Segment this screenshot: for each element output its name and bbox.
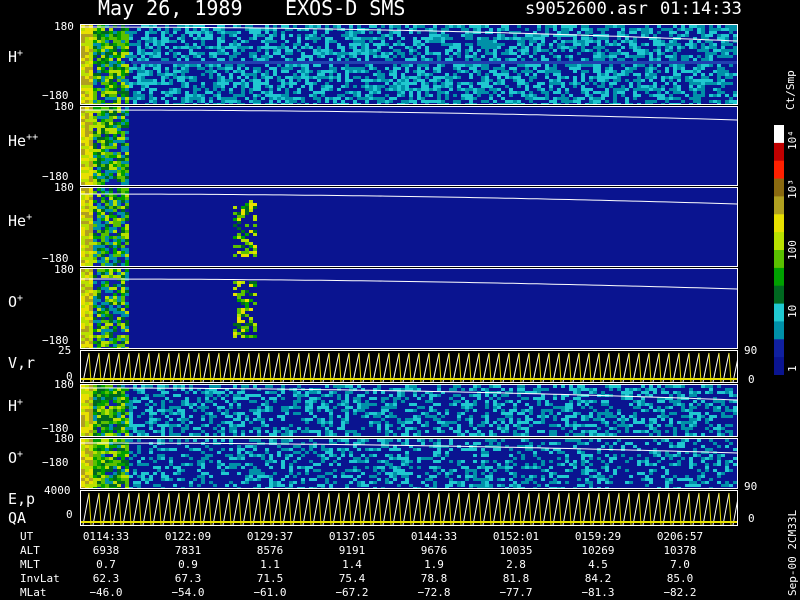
footer-cell: 0159:29 <box>574 530 622 543</box>
footer-cell: 9676 <box>420 544 448 557</box>
footer-cell: 8576 <box>256 544 284 557</box>
y-tick: 180 <box>54 378 74 391</box>
panel-vr <box>80 350 738 383</box>
footer-cell: 10035 <box>499 544 533 557</box>
instrument-title: EXOS-D SMS <box>285 0 406 20</box>
footer-cell: 78.8 <box>420 572 448 585</box>
footer-cell: 67.3 <box>174 572 202 585</box>
file-name: s9052600.asr <box>525 0 648 19</box>
y-tick: 0 <box>66 508 73 521</box>
y-tick: 180 <box>54 100 74 113</box>
footer-cell: 71.5 <box>256 572 284 585</box>
footer-cell: 0114:33 <box>82 530 130 543</box>
footer-row-label: MLT <box>20 558 40 571</box>
panel-he-plus <box>80 187 738 267</box>
footer-cell: −61.0 <box>253 586 287 599</box>
colorbar-unit: Ct/Smp <box>784 70 797 110</box>
footer-cell: 0122:09 <box>164 530 212 543</box>
right-tick: 0 <box>748 512 755 525</box>
footer-cell: −77.7 <box>499 586 533 599</box>
footer-cell: 10269 <box>581 544 615 557</box>
footer-cell: 0.7 <box>96 558 116 571</box>
footer-cell: 62.3 <box>92 572 120 585</box>
footer-cell: −72.8 <box>417 586 451 599</box>
colorbar-tick: 10³ <box>786 179 799 199</box>
footer-cell: −46.0 <box>89 586 123 599</box>
footer-cell: 81.8 <box>502 572 530 585</box>
footer-side-label: Sep-00 2CM33L <box>786 509 799 596</box>
right-tick: 90 <box>744 344 758 357</box>
footer-cell: 10378 <box>663 544 697 557</box>
footer-row-label: MLat <box>20 586 47 599</box>
label-h-plus: H+ <box>8 48 24 66</box>
y-tick: 25 <box>58 344 72 357</box>
panel-o-plus <box>80 268 738 349</box>
footer-row-label: UT <box>20 530 34 543</box>
footer-cell: 75.4 <box>338 572 366 585</box>
label-he-plusplus: He++ <box>8 132 39 150</box>
y-tick: 180 <box>54 181 74 194</box>
colorbar-tick: 10⁴ <box>786 130 799 150</box>
y-tick: 180 <box>54 20 74 33</box>
footer-cell: 6938 <box>92 544 120 557</box>
right-tick: 0 <box>748 373 755 386</box>
footer-row-label: InvLat <box>20 572 60 585</box>
header-time: 01:14:33 <box>660 0 742 19</box>
footer-cell: −67.2 <box>335 586 369 599</box>
date-title: May 26, 1989 <box>98 0 243 20</box>
footer-cell: 0206:57 <box>656 530 704 543</box>
footer-row-label: ALT <box>20 544 40 557</box>
colorbar <box>774 125 784 376</box>
y-tick: 180 <box>54 263 74 276</box>
colorbar-tick: 10 <box>786 304 799 318</box>
footer-cell: 4.5 <box>588 558 608 571</box>
panel-o-plus-2 <box>80 438 738 489</box>
colorbar-tick: 100 <box>786 240 799 260</box>
footer-cell: 85.0 <box>666 572 694 585</box>
label-ep: E,p <box>8 490 36 508</box>
panel-he-plusplus <box>80 106 738 186</box>
footer-cell: 0137:05 <box>328 530 376 543</box>
label-vr: V,r <box>8 354 36 372</box>
footer-cell: 0152:01 <box>492 530 540 543</box>
panel-h-plus <box>80 24 738 105</box>
footer-cell: 0.9 <box>178 558 198 571</box>
label-o-plus: O+ <box>8 293 24 311</box>
footer-cell: 1.9 <box>424 558 444 571</box>
panel-ep-qa <box>80 490 738 526</box>
label-qa: QA <box>8 509 27 527</box>
footer-cell: 7.0 <box>670 558 690 571</box>
footer-cell: −81.3 <box>581 586 615 599</box>
colorbar-tick: 1 <box>786 365 799 372</box>
label-he-plus: He+ <box>8 212 33 230</box>
footer-cell: 7831 <box>174 544 202 557</box>
footer-cell: 1.1 <box>260 558 280 571</box>
footer-cell: 84.2 <box>584 572 612 585</box>
footer-cell: 0144:33 <box>410 530 458 543</box>
footer-cell: 0129:37 <box>246 530 294 543</box>
label-h-plus-2: H+ <box>8 397 24 415</box>
panel-h-plus-2 <box>80 384 738 437</box>
right-tick: 90 <box>744 480 758 493</box>
footer-cell: 9191 <box>338 544 366 557</box>
footer-cell: −82.2 <box>663 586 697 599</box>
footer-cell: 2.8 <box>506 558 526 571</box>
label-o-plus-2: O+ <box>8 449 24 467</box>
footer-cell: 1.4 <box>342 558 362 571</box>
y-tick: 180 <box>54 432 74 445</box>
y-tick: −180 <box>42 456 69 469</box>
footer-cell: −54.0 <box>171 586 205 599</box>
y-tick: 4000 <box>44 484 71 497</box>
